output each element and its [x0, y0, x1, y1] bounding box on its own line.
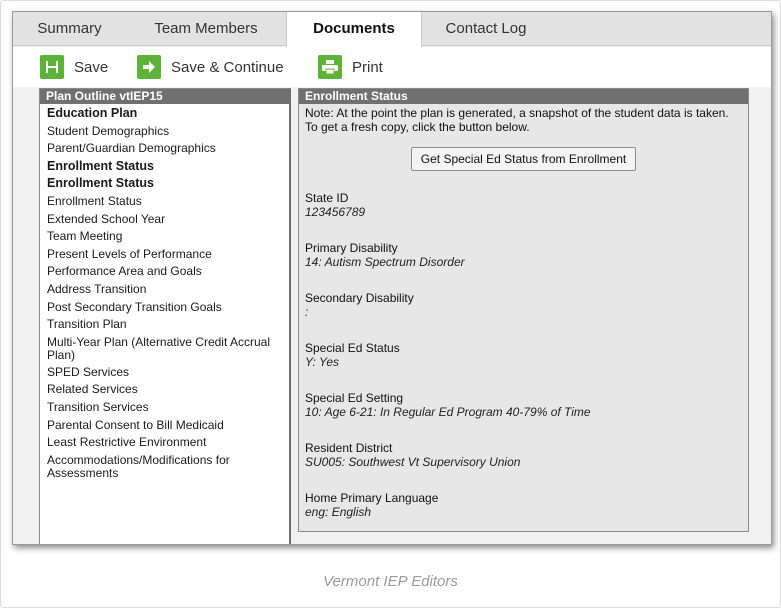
tab-bar: Summary Team Members Documents Contact L… [13, 12, 771, 47]
field-group: State ID 123456789 [305, 191, 742, 219]
field-group: Primary Disability 14: Autism Spectrum Di… [305, 241, 742, 269]
field-group: Special Ed Setting 10: Age 6-21: In Regul… [305, 391, 742, 419]
field-value: Y: Yes [305, 355, 340, 369]
outline-item[interactable]: Student Demographics [47, 123, 289, 141]
field-label: Home Primary Language [305, 491, 439, 505]
outline-item[interactable]: Parental Consent to Bill Medicaid [47, 417, 289, 435]
outline-item[interactable]: Enrollment Status [47, 158, 289, 176]
outline-item[interactable]: Enrollment Status [47, 175, 289, 193]
field-value: 14: Autism Spectrum Disorder [305, 255, 465, 269]
print-button[interactable]: Print [318, 53, 383, 81]
field-group: Special Ed Status Y: Yes [305, 341, 742, 369]
tab-documents[interactable]: Documents [286, 12, 422, 47]
plan-outline-panel: Plan Outline vtIEP15 Education Plan Stude… [39, 88, 291, 544]
field-label: Secondary Disability [305, 291, 414, 305]
outline-item[interactable]: Performance Area and Goals [47, 263, 289, 281]
outline-item[interactable]: Enrollment Status [47, 193, 289, 211]
field-value: 10: Age 6-21: In Regular Ed Program 40-7… [305, 405, 591, 419]
figure-caption: Vermont IEP Editors [323, 573, 458, 590]
outline-item[interactable]: Present Levels of Performance [47, 246, 289, 264]
outline-item[interactable]: Transition Plan [47, 316, 289, 334]
print-icon [318, 55, 342, 79]
enrollment-fields: State ID 123456789 Primary Disability 14: A… [305, 191, 742, 519]
save-button[interactable]: Save [40, 53, 108, 81]
arrow-right-icon [137, 55, 161, 79]
tab-contact-log[interactable]: Contact Log [422, 12, 550, 46]
tab-team-members[interactable]: Team Members [126, 12, 286, 46]
outline-item[interactable]: Least Restrictive Environment [47, 434, 289, 452]
outline-item[interactable]: Extended School Year [47, 211, 289, 229]
outline-item[interactable]: Accommodations/Modifications for Assessm… [47, 452, 289, 482]
outline-item[interactable]: Education Plan [47, 105, 289, 123]
field-label: Primary Disability [305, 241, 398, 255]
outline-item[interactable]: Team Meeting [47, 228, 289, 246]
save-continue-label: Save & Continue [171, 58, 284, 76]
enrollment-status-panel: Enrollment Status Note: At the point the… [298, 88, 749, 532]
field-group: Home Primary Language eng: English [305, 491, 742, 519]
snapshot-note: Note: At the point the plan is generated… [305, 106, 729, 134]
field-label: Resident District [305, 441, 393, 455]
enrollment-status-header: Enrollment Status [299, 89, 748, 104]
field-value: SU005: Southwest Vt Supervisory Union [305, 455, 521, 469]
save-icon [40, 55, 64, 79]
outline-item[interactable]: Parent/Guardian Demographics [47, 140, 289, 158]
tab-summary[interactable]: Summary [13, 12, 126, 46]
field-value: : [305, 305, 309, 319]
field-label: State ID [305, 191, 349, 205]
outline-item[interactable]: Address Transition [47, 281, 289, 299]
field-group: Resident District SU005: Southwest Vt Sup… [305, 441, 742, 469]
outline-item[interactable]: Post Secondary Transition Goals [47, 299, 289, 317]
field-group: Secondary Disability: [305, 291, 742, 319]
plan-outline-header: Plan Outline vtIEP15 [40, 89, 289, 104]
save-label: Save [74, 58, 109, 76]
field-label: Special Ed Setting [305, 391, 404, 405]
outline-item[interactable]: SPED Services [47, 364, 289, 382]
outline-item[interactable]: Related Services [47, 381, 289, 399]
plan-outline-list: Education Plan Student Demographics Parent… [40, 104, 289, 482]
field-value: eng: English [305, 505, 372, 519]
field-value: 123456789 [305, 205, 366, 219]
outline-item[interactable]: Multi-Year Plan (Alternative Credit Accr… [47, 334, 289, 364]
figure-frame: Summary Team Members Documents Contact L… [0, 0, 781, 608]
print-label: Print [352, 58, 383, 76]
save-continue-button[interactable]: Save & Continue [137, 53, 284, 81]
outline-item[interactable]: Transition Services [47, 399, 289, 417]
field-label: Special Ed Status [305, 341, 400, 355]
screenshot-window: Summary Team Members Documents Contact L… [12, 11, 772, 545]
toolbar: Save Save & Continue Print [13, 47, 771, 87]
get-special-ed-status-button[interactable]: Get Special Ed Status from Enrollment [410, 147, 637, 171]
